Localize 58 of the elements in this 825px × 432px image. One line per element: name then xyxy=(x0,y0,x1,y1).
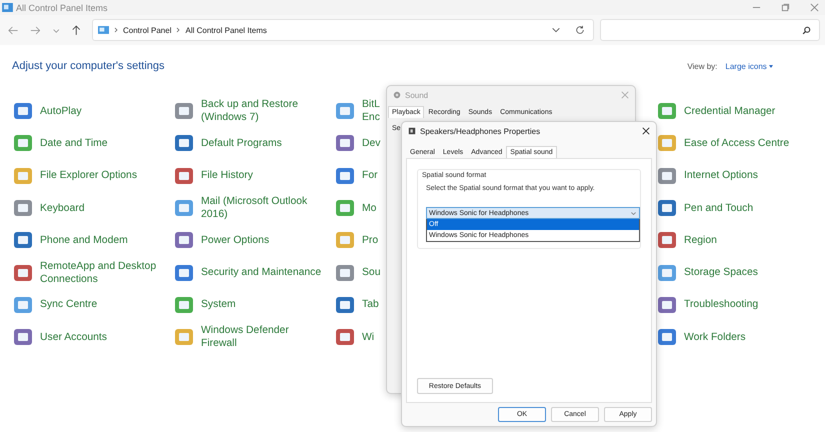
control-panel-link[interactable]: Tab xyxy=(362,298,379,312)
chevron-down-icon xyxy=(630,210,637,216)
view-by-dropdown[interactable]: Large icons xyxy=(725,62,773,70)
dialog-title: Speakers/Headphones Properties xyxy=(420,126,540,136)
control-panel-link[interactable]: File Explorer Options xyxy=(40,169,138,182)
control-panel-link[interactable]: AutoPlay xyxy=(40,104,82,118)
breadcrumb[interactable]: All Control Panel Items xyxy=(185,26,267,34)
control-panel-link[interactable]: BitL Enc xyxy=(362,98,380,124)
control-panel-link[interactable]: System xyxy=(201,298,236,312)
control-panel-link[interactable]: Wi xyxy=(362,330,374,344)
search-field[interactable] xyxy=(600,19,820,41)
control-panel-link[interactable]: For xyxy=(362,169,378,182)
control-panel-link[interactable]: Pro xyxy=(362,234,378,247)
chevron-down-icon[interactable] xyxy=(551,25,561,35)
dialog-title: Sound xyxy=(405,90,428,100)
caret-down-icon xyxy=(769,64,773,68)
breadcrumb[interactable]: Control Panel xyxy=(123,26,172,34)
search-icon xyxy=(802,26,811,34)
control-panel-link[interactable]: Security and Maintenance xyxy=(201,266,322,280)
folder-icon xyxy=(98,26,109,34)
control-panel-link[interactable]: Windows Defender Firewall xyxy=(201,324,289,350)
control-panel-link[interactable]: Mo xyxy=(362,202,376,215)
control-panel-link[interactable]: Keyboard xyxy=(40,202,84,215)
speaker-icon xyxy=(393,91,401,99)
control-panel-link[interactable]: Date and Time xyxy=(40,136,108,150)
control-panel-link[interactable]: Work Folders xyxy=(684,330,746,344)
up-arrow-icon[interactable] xyxy=(70,24,81,36)
control-panel-link[interactable]: Sou xyxy=(362,266,380,280)
control-panel-link[interactable]: File History xyxy=(201,169,253,182)
chevron-right-icon xyxy=(114,27,118,33)
address-bar[interactable]: Control Panel All Control Panel Items xyxy=(92,19,594,41)
refresh-icon[interactable] xyxy=(575,25,585,35)
control-panel-link[interactable]: Default Programs xyxy=(201,136,282,150)
control-panel-link[interactable]: Region xyxy=(684,234,717,247)
chevron-right-icon xyxy=(176,27,180,33)
control-panel-link[interactable]: Dev xyxy=(362,136,380,150)
page-heading: Adjust your computer's settings xyxy=(12,60,165,72)
control-panel-link[interactable]: Troubleshooting xyxy=(684,298,758,312)
control-panel-link[interactable]: Back up and Restore (Windows 7) xyxy=(201,98,298,124)
control-panel-link[interactable]: Mail (Microsoft Outlook 2016) xyxy=(201,195,308,222)
control-panel-link[interactable]: Sync Centre xyxy=(40,298,98,312)
restore-icon[interactable] xyxy=(781,3,790,12)
speaker-icon xyxy=(408,127,416,135)
view-by-label: View by: xyxy=(687,62,718,70)
window-title: All Control Panel Items xyxy=(16,2,108,12)
back-arrow-icon[interactable] xyxy=(8,24,18,36)
control-panel-link[interactable]: Phone and Modem xyxy=(40,234,128,247)
control-panel-link[interactable]: Pen and Touch xyxy=(684,202,754,215)
close-icon[interactable] xyxy=(642,127,650,135)
control-panel-link[interactable]: Storage Spaces xyxy=(684,266,758,280)
control-panel-link[interactable]: Power Options xyxy=(201,234,270,247)
app-icon xyxy=(2,3,13,12)
control-panel-link[interactable]: User Accounts xyxy=(40,330,107,344)
control-panel-link[interactable]: RemoteApp and Desktop Connections xyxy=(40,260,156,286)
forward-arrow-icon[interactable] xyxy=(30,24,40,36)
control-panel-link[interactable]: Credential Manager xyxy=(684,104,776,118)
control-panel-link[interactable]: Ease of Access Centre xyxy=(684,136,790,150)
control-panel-link[interactable]: Internet Options xyxy=(684,169,758,182)
